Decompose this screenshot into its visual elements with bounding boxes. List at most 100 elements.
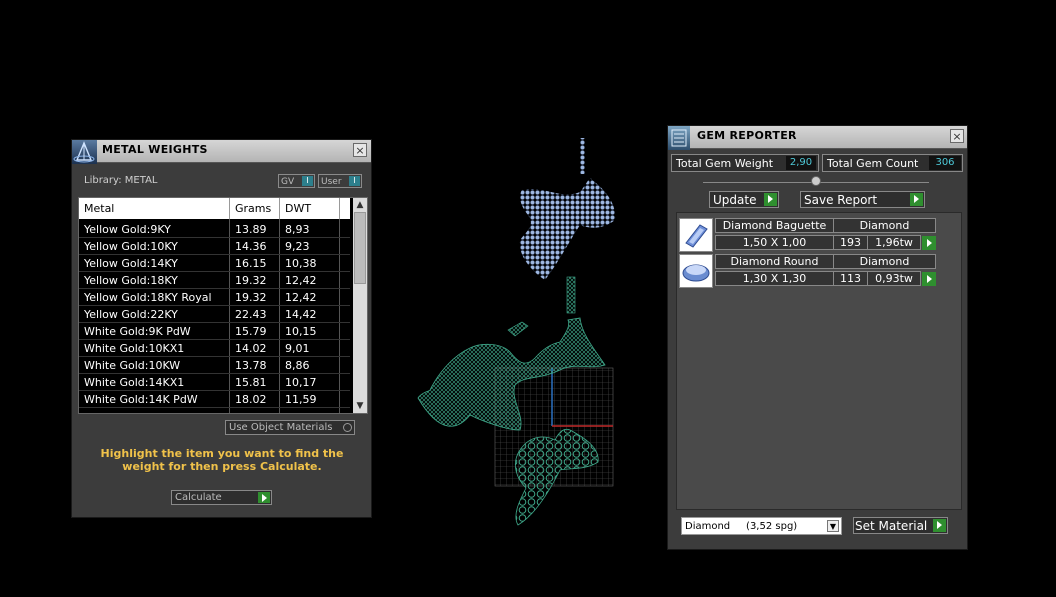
- play-icon: [933, 519, 946, 532]
- close-icon[interactable]: ×: [950, 129, 964, 143]
- header-divider: [229, 198, 230, 219]
- metal-dwt: 12,42: [285, 274, 317, 287]
- metal-name: Yellow Gold:10KY: [84, 240, 178, 253]
- metal-name: Yellow Gold:18KY Royal: [84, 291, 212, 304]
- header-divider: [339, 198, 340, 219]
- chevron-down-icon[interactable]: ▼: [827, 520, 839, 532]
- radio-icon: [343, 423, 352, 432]
- metal-dwt: 10,15: [285, 325, 317, 338]
- table-row[interactable]: White Gold:10KW 13.78 8,86: [79, 357, 350, 374]
- gem-weight: 1,96tw: [867, 235, 921, 250]
- metal-grams: 22.43: [235, 308, 267, 321]
- select-gem-button[interactable]: [922, 272, 936, 286]
- metal-grams: 16.15: [235, 257, 267, 270]
- gem-list-item[interactable]: Diamond Baguette Diamond 1,50 X 1,00 193…: [679, 218, 937, 253]
- total-gem-weight-value: 2,90: [786, 156, 816, 170]
- metal-grams: 18.02: [235, 393, 267, 406]
- table-row[interactable]: Yellow Gold:14KY 16.15 10,38: [79, 255, 350, 272]
- table-row[interactable]: Yellow Gold:9KY 13.89 8,93: [79, 221, 350, 238]
- viewport-3d[interactable]: [410, 130, 630, 530]
- metal-name: White Gold:9K PdW: [84, 325, 191, 338]
- gem-count: 193: [833, 235, 868, 250]
- round-gem-icon: [679, 254, 713, 288]
- gem-list-item[interactable]: Diamond Round Diamond 1,30 X 1,30 113 0,…: [679, 254, 937, 289]
- metal-grams: 15.81: [235, 376, 267, 389]
- table-row[interactable]: Yellow Gold:22KY 22.43 14,42: [79, 306, 350, 323]
- gem-size: 1,50 X 1,00: [715, 235, 834, 250]
- metal-dwt: 12,42: [285, 291, 317, 304]
- material-select-value: Diamond (3,52 spg): [685, 521, 798, 532]
- user-toggle-indicator: I: [349, 176, 360, 186]
- gv-toggle[interactable]: GV I: [278, 174, 315, 188]
- metal-dwt: 10,38: [285, 257, 317, 270]
- metal-dwt: 14,42: [285, 308, 317, 321]
- calculate-button[interactable]: Calculate: [171, 490, 272, 505]
- metal-name: White Gold:14KX1: [84, 376, 185, 389]
- metal-dwt: 9,23: [285, 240, 310, 253]
- update-button[interactable]: Update: [709, 191, 779, 208]
- gem-name: Diamond Round: [715, 254, 834, 269]
- table-row[interactable]: Yellow Gold:18KY Royal 19.32 12,42: [79, 289, 350, 306]
- gem-reporter-title: GEM REPORTER: [697, 129, 797, 142]
- scroll-thumb[interactable]: [354, 212, 366, 284]
- metal-dwt: 8,93: [285, 223, 310, 236]
- metal-grams: 13.78: [235, 359, 267, 372]
- play-icon: [910, 193, 923, 206]
- gem-material: Diamond: [833, 218, 936, 233]
- slider-handle[interactable]: [811, 176, 821, 186]
- gem-weight: 0,93tw: [867, 271, 921, 286]
- metal-name: Yellow Gold:22KY: [84, 308, 178, 321]
- scroll-down-icon[interactable]: ▼: [353, 400, 367, 412]
- play-icon: [764, 193, 777, 206]
- close-icon[interactable]: ×: [353, 143, 367, 157]
- metal-grams: 19.32: [235, 291, 267, 304]
- column-header-dwt[interactable]: DWT: [285, 202, 311, 215]
- header-divider: [279, 198, 280, 219]
- metal-name: White Gold:14K PdW: [84, 393, 198, 406]
- metal-dwt: 9,01: [285, 342, 310, 355]
- select-gem-button[interactable]: [922, 236, 936, 250]
- gem-count: 113: [833, 271, 868, 286]
- table-row[interactable]: White Gold:14KX1 15.81 10,17: [79, 374, 350, 391]
- gem-name: Diamond Baguette: [715, 218, 834, 233]
- metal-dwt: 11,59: [285, 393, 317, 406]
- table-row[interactable]: White Gold:10KX1 14.02 9,01: [79, 340, 350, 357]
- total-gem-weight-label: Total Gem Weight: [676, 157, 774, 170]
- metal-grams: 15.79: [235, 325, 267, 338]
- user-toggle[interactable]: User I: [318, 174, 362, 188]
- column-header-metal[interactable]: Metal: [84, 202, 114, 215]
- metal-dwt: 8,86: [285, 359, 310, 372]
- metal-weights-panel: METAL WEIGHTS × Library: METAL GV I User…: [71, 139, 372, 518]
- save-report-button[interactable]: Save Report: [800, 191, 925, 208]
- metal-grams: 14.02: [235, 342, 267, 355]
- update-label: Update: [713, 193, 757, 207]
- gem-column: [580, 138, 585, 174]
- column-header-grams[interactable]: Grams: [235, 202, 271, 215]
- gv-label: GV: [281, 177, 295, 187]
- material-select[interactable]: Diamond (3,52 spg) ▼: [681, 517, 842, 535]
- metal-weights-titlebar[interactable]: METAL WEIGHTS ×: [72, 140, 371, 164]
- table-row[interactable]: White Gold:9K PdW 15.79 10,15: [79, 323, 350, 340]
- metal-table-scrollbar[interactable]: ▲ ▼: [353, 198, 367, 413]
- set-material-button[interactable]: Set Material: [853, 517, 948, 534]
- metal-table[interactable]: Metal Grams DWT Yellow Gold:9KY 13.89 8,93…: [78, 197, 368, 414]
- table-row[interactable]: Yellow Gold:10KY 14.36 9,23: [79, 238, 350, 255]
- metal-grams: 19.32: [235, 274, 267, 287]
- set-material-label: Set Material: [855, 519, 928, 533]
- total-gem-count-label: Total Gem Count: [827, 157, 919, 170]
- gem-size: 1,30 X 1,30: [715, 271, 834, 286]
- metal-grams: 14.36: [235, 240, 267, 253]
- table-row[interactable]: White Gold:14K PdW 18.02 11,59: [79, 391, 350, 408]
- metal-table-body: Yellow Gold:9KY 13.89 8,93 Yellow Gold:10K…: [79, 221, 350, 408]
- gv-toggle-indicator: I: [302, 176, 313, 186]
- use-object-materials-toggle[interactable]: Use Object Materials: [225, 420, 355, 435]
- metal-name: White Gold:10KW: [84, 359, 181, 372]
- metal-table-header: Metal Grams DWT: [79, 198, 350, 219]
- table-row[interactable]: Yellow Gold:18KY 19.32 12,42: [79, 272, 350, 289]
- scroll-up-icon[interactable]: ▲: [353, 199, 367, 211]
- metal-weights-logo-icon: [72, 140, 97, 164]
- metal-name: White Gold:10KX1: [84, 342, 185, 355]
- gem-reporter-titlebar[interactable]: GEM REPORTER ×: [668, 126, 967, 150]
- metal-name: Yellow Gold:14KY: [84, 257, 178, 270]
- gem-reporter-logo-icon: [668, 126, 690, 150]
